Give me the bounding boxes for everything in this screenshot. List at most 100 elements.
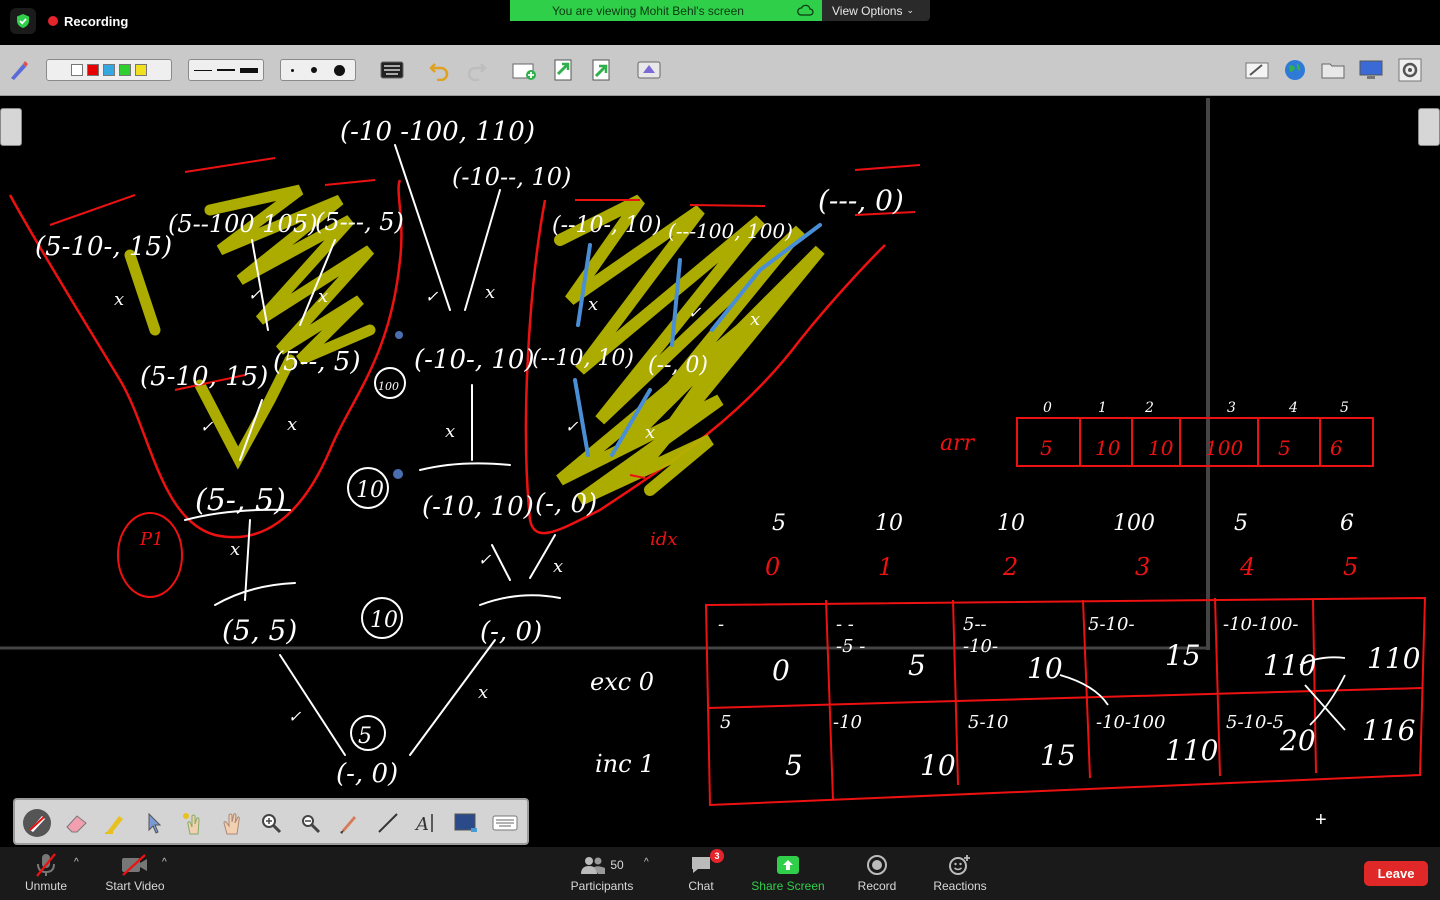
keyboard-icon[interactable] — [490, 808, 520, 838]
globe-icon[interactable] — [1282, 57, 1308, 83]
audio-options-caret-icon[interactable]: ^ — [74, 857, 79, 868]
video-options-caret-icon[interactable]: ^ — [162, 857, 167, 868]
view-options-button[interactable]: View Options ⌄ — [822, 0, 930, 21]
exc-note: 5-10- — [1088, 614, 1135, 635]
line-tool-icon[interactable] — [373, 808, 403, 838]
folder-icon[interactable] — [1320, 57, 1346, 83]
svg-text:✓: ✓ — [288, 707, 302, 726]
idx-index: 0 — [765, 553, 780, 581]
redo-icon[interactable] — [464, 57, 490, 83]
share-banner: You are viewing Mohit Behl's screen — [510, 0, 822, 21]
settings-icon[interactable] — [1397, 57, 1423, 83]
record-label: Record — [857, 879, 897, 893]
participants-count: 50 — [610, 858, 624, 872]
array-index: 5 — [1340, 400, 1349, 416]
color-swatch-green[interactable] — [119, 64, 131, 76]
whiteboard-edit-icon[interactable] — [1244, 57, 1270, 83]
zoom-in-icon[interactable] — [256, 808, 286, 838]
brush-size-large[interactable] — [333, 64, 345, 76]
start-video-button[interactable]: Start Video — [100, 851, 170, 893]
inc-value: 116 — [1362, 714, 1415, 747]
participants-caret-icon[interactable]: ^ — [644, 857, 649, 868]
idx-index: 5 — [1343, 553, 1358, 581]
idx-value: 10 — [997, 511, 1025, 536]
inc-value: 15 — [1040, 739, 1076, 772]
eraser-icon[interactable] — [61, 808, 91, 838]
color-swatch-red[interactable] — [87, 64, 99, 76]
svg-text:x: x — [114, 289, 124, 310]
color-swatch-blue[interactable] — [103, 64, 115, 76]
reactions-button[interactable]: Reactions — [930, 851, 990, 893]
exc-note: - — [718, 614, 724, 635]
brush-icon[interactable] — [334, 808, 364, 838]
inc-value: 10 — [920, 749, 956, 782]
recording-dot-icon — [48, 16, 58, 26]
exc-note: -10-100- — [1223, 614, 1299, 635]
next-page-icon[interactable] — [588, 57, 614, 83]
new-page-icon[interactable] — [511, 57, 537, 83]
idx-index: 2 — [1002, 553, 1018, 581]
tree-node: (5--, 5) — [273, 347, 360, 377]
keyboard-text-icon[interactable] — [379, 57, 405, 83]
screen-icon[interactable] — [1358, 57, 1384, 83]
line-width-thin[interactable] — [193, 69, 212, 71]
brush-size-medium[interactable] — [310, 67, 317, 73]
tree-node: (--, 0) — [648, 353, 708, 378]
line-width-medium[interactable] — [216, 69, 235, 71]
cloud-icon — [797, 4, 814, 16]
tree-node: (-, 0) — [336, 759, 398, 789]
array-value: 10 — [1095, 436, 1121, 460]
exc-value: 15 — [1165, 639, 1201, 672]
recording-indicator[interactable]: Recording — [42, 9, 134, 33]
chevron-down-icon: ⌄ — [906, 5, 915, 15]
participants-button[interactable]: 50 Participants — [566, 851, 638, 893]
color-swatch-white[interactable] — [71, 64, 83, 76]
array-label: arr — [940, 431, 976, 456]
spotlight-hand-icon[interactable] — [178, 808, 208, 838]
tree-node: (-10-, 10) — [414, 345, 535, 375]
idx-value: 5 — [772, 511, 786, 536]
pen-icon[interactable] — [22, 808, 52, 838]
tree-node: (5-, 5) — [195, 483, 286, 518]
brush-size-small[interactable] — [291, 68, 295, 72]
array-value: 10 — [1148, 436, 1174, 460]
tree-node: (---, 0) — [818, 184, 904, 217]
color-swatch-yellow[interactable] — [135, 64, 147, 76]
inc-value: 110 — [1165, 734, 1218, 767]
unmute-button[interactable]: Unmute — [22, 851, 70, 893]
previous-page-icon[interactable] — [550, 57, 576, 83]
text-tool-icon[interactable]: A — [412, 808, 442, 838]
pan-hand-icon[interactable] — [217, 808, 247, 838]
record-button[interactable]: Record — [854, 851, 900, 893]
annotation-toolbar — [0, 45, 1440, 96]
svg-text:✓: ✓ — [248, 285, 262, 304]
leave-button[interactable]: Leave — [1364, 861, 1428, 886]
idx-value: 5 — [1234, 511, 1248, 536]
muted-microphone-icon — [35, 851, 57, 879]
chat-button[interactable]: 3 Chat — [684, 849, 724, 893]
whiteboard-canvas[interactable]: (-10 -100, 110) (-10--, 10) (5-10-, 15) … — [0, 96, 1440, 846]
line-width-thick[interactable] — [240, 67, 259, 73]
array-index: 1 — [1098, 400, 1107, 416]
array-index: 2 — [1144, 400, 1154, 416]
share-screen-button[interactable]: Share Screen — [748, 851, 828, 893]
left-panel-handle[interactable] — [0, 108, 22, 146]
security-shield-icon[interactable] — [10, 8, 36, 34]
image-tool-icon[interactable] — [451, 808, 481, 838]
video-off-icon — [120, 851, 150, 879]
clear-page-icon[interactable] — [636, 57, 662, 83]
record-icon — [866, 851, 888, 879]
undo-icon[interactable] — [426, 57, 452, 83]
array-index: 3 — [1227, 400, 1236, 416]
tree-node: (5--100 105) — [168, 210, 317, 238]
tree-note: P1 — [139, 529, 164, 550]
select-arrow-icon[interactable] — [139, 808, 169, 838]
inc-note: 5 — [720, 712, 731, 733]
right-panel-handle[interactable] — [1418, 108, 1440, 146]
idx-value: 6 — [1340, 511, 1354, 536]
highlighter-icon[interactable] — [100, 808, 130, 838]
tree-node: (--10-, 10) — [552, 213, 661, 238]
svg-text:x: x — [230, 539, 240, 560]
pen-tool-icon[interactable] — [6, 57, 32, 83]
zoom-out-icon[interactable] — [295, 808, 325, 838]
